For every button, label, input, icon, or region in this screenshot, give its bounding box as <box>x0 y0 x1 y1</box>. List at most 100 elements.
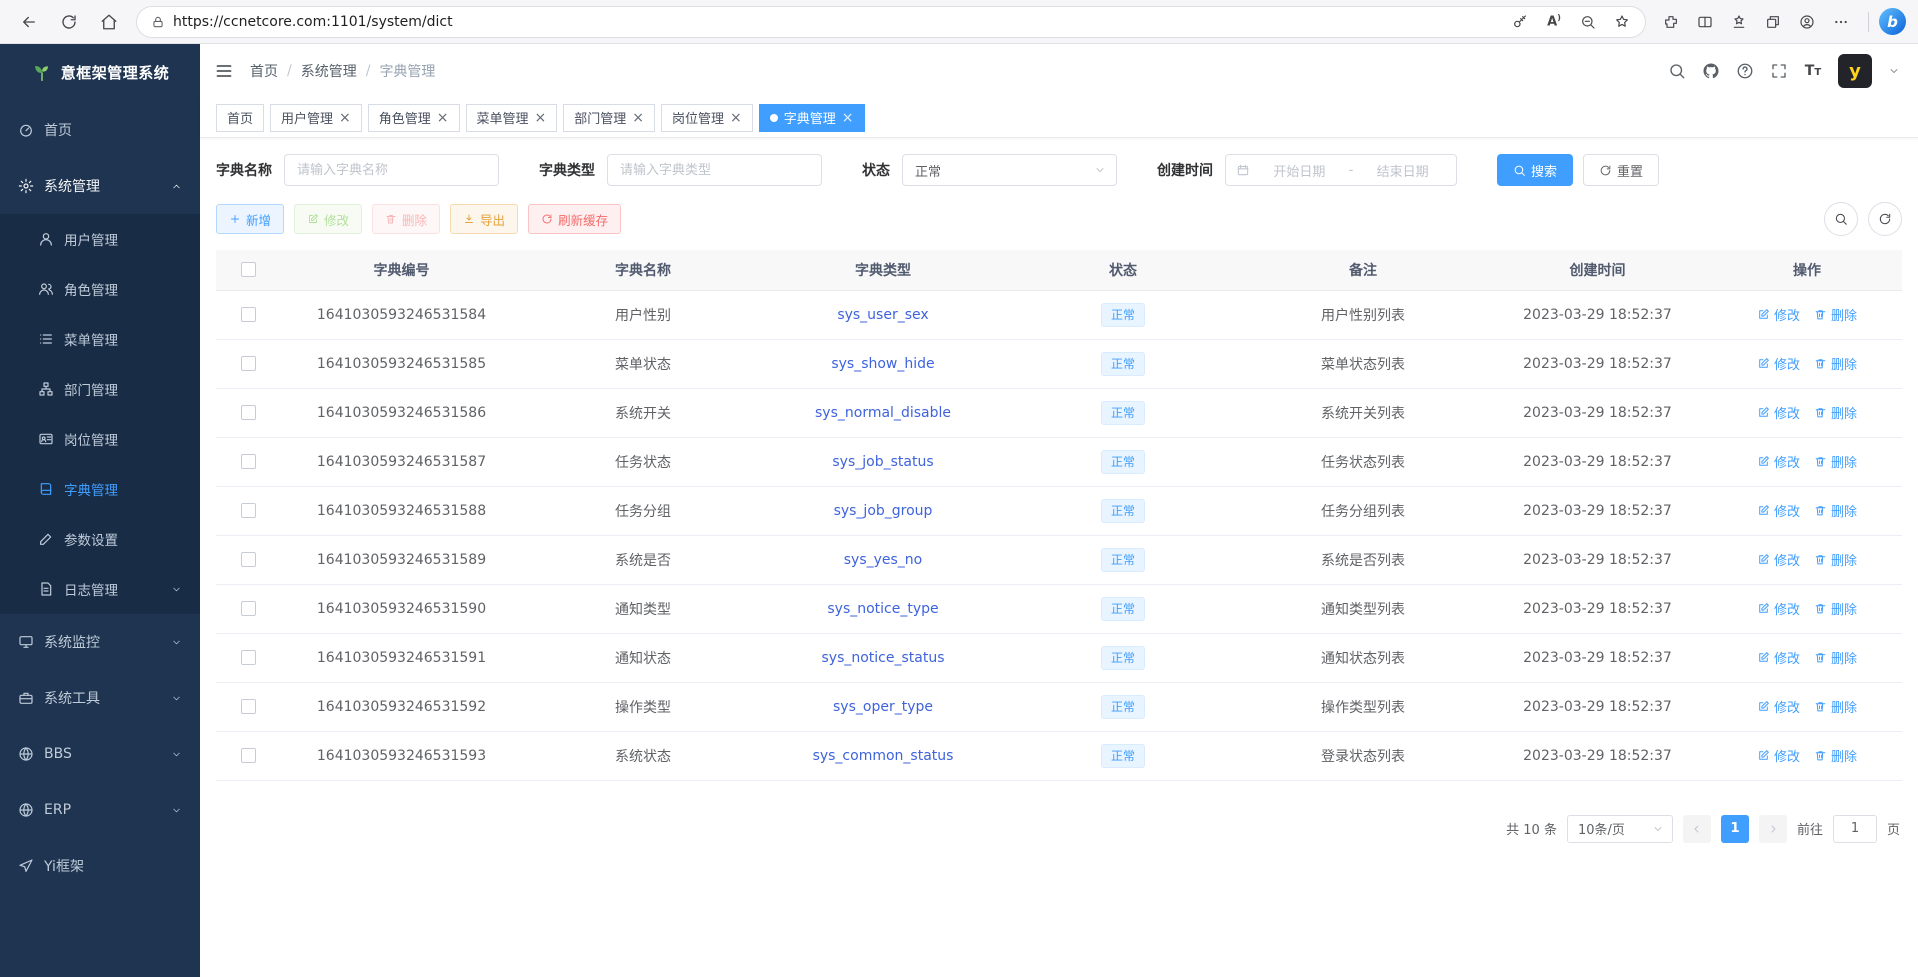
row-checkbox[interactable] <box>241 405 256 420</box>
search-button[interactable]: 搜索 <box>1497 154 1573 186</box>
next-page-button[interactable] <box>1759 815 1787 843</box>
avatar-caret-icon[interactable] <box>1888 65 1900 77</box>
tab-close-icon[interactable]: × <box>842 111 854 125</box>
dict-type-link[interactable]: sys_show_hide <box>831 356 934 372</box>
tab-role-management[interactable]: 角色管理× <box>368 104 460 132</box>
row-checkbox[interactable] <box>241 307 256 322</box>
tab-close-icon[interactable]: × <box>339 111 351 125</box>
tab-dept-management[interactable]: 部门管理× <box>563 104 655 132</box>
back-button[interactable] <box>10 4 48 40</box>
add-button[interactable]: 新增 <box>216 204 284 234</box>
row-checkbox[interactable] <box>241 601 256 616</box>
sidebar-item-yi-framework[interactable]: Yi框架 <box>0 838 200 894</box>
user-avatar[interactable]: y <box>1838 54 1872 88</box>
collections-button[interactable] <box>1756 4 1790 40</box>
row-checkbox[interactable] <box>241 552 256 567</box>
key-button[interactable] <box>1503 4 1537 40</box>
row-delete-button[interactable]: 删除 <box>1814 746 1857 765</box>
row-delete-button[interactable]: 删除 <box>1814 501 1857 520</box>
tab-close-icon[interactable]: × <box>437 111 449 125</box>
select-all-checkbox[interactable] <box>241 262 256 277</box>
sidebar-item-menu-management[interactable]: 菜单管理 <box>0 314 200 364</box>
sidebar-item-home[interactable]: 首页 <box>0 102 200 158</box>
sidebar-item-param-settings[interactable]: 参数设置 <box>0 514 200 564</box>
sidebar-item-system-tools[interactable]: 系统工具 <box>0 670 200 726</box>
fullscreen-button[interactable] <box>1770 62 1788 80</box>
reset-button[interactable]: 重置 <box>1583 154 1659 186</box>
breadcrumb-home[interactable]: 首页 <box>250 61 278 81</box>
row-edit-button[interactable]: 修改 <box>1757 648 1800 667</box>
extensions-button[interactable] <box>1654 4 1688 40</box>
read-aloud-button[interactable]: A) <box>1537 4 1571 40</box>
date-range-picker[interactable]: 开始日期 - 结束日期 <box>1225 154 1457 186</box>
dict-type-link[interactable]: sys_notice_status <box>821 650 944 666</box>
sidebar-item-dept-management[interactable]: 部门管理 <box>0 364 200 414</box>
question-button[interactable] <box>1736 62 1754 80</box>
row-edit-button[interactable]: 修改 <box>1757 501 1800 520</box>
tab-close-icon[interactable]: × <box>535 111 547 125</box>
tab-post-management[interactable]: 岗位管理× <box>661 104 753 132</box>
end-date-input[interactable]: 结束日期 <box>1359 161 1446 180</box>
row-delete-button[interactable]: 删除 <box>1814 697 1857 716</box>
edit-button[interactable]: 修改 <box>294 204 362 234</box>
row-delete-button[interactable]: 删除 <box>1814 550 1857 569</box>
tab-dict-management[interactable]: 字典管理× <box>759 104 865 132</box>
refresh-button[interactable] <box>50 4 88 40</box>
row-edit-button[interactable]: 修改 <box>1757 403 1800 422</box>
row-edit-button[interactable]: 修改 <box>1757 305 1800 324</box>
row-edit-button[interactable]: 修改 <box>1757 452 1800 471</box>
sidebar-item-erp[interactable]: ERP <box>0 782 200 838</box>
row-checkbox[interactable] <box>241 650 256 665</box>
tab-close-icon[interactable]: × <box>730 111 742 125</box>
dict-type-link[interactable]: sys_common_status <box>813 748 954 764</box>
row-checkbox[interactable] <box>241 699 256 714</box>
row-edit-button[interactable]: 修改 <box>1757 354 1800 373</box>
sidebar-item-role-management[interactable]: 角色管理 <box>0 264 200 314</box>
tab-home[interactable]: 首页 <box>216 104 264 132</box>
row-delete-button[interactable]: 删除 <box>1814 305 1857 324</box>
refresh-table-button[interactable] <box>1868 202 1902 236</box>
dict-type-link[interactable]: sys_notice_type <box>827 601 938 617</box>
tab-close-icon[interactable]: × <box>632 111 644 125</box>
tab-menu-management[interactable]: 菜单管理× <box>466 104 558 132</box>
sidebar-toggle-icon[interactable] <box>214 61 234 81</box>
row-checkbox[interactable] <box>241 503 256 518</box>
goto-page-input[interactable] <box>1833 815 1877 843</box>
row-checkbox[interactable] <box>241 748 256 763</box>
refresh-cache-button[interactable]: 刷新缓存 <box>528 204 621 234</box>
github-button[interactable] <box>1702 62 1720 80</box>
favorite-add-button[interactable] <box>1605 4 1639 40</box>
toggle-search-button[interactable] <box>1824 202 1858 236</box>
dict-type-link[interactable]: sys_job_status <box>832 454 933 470</box>
dict-type-link[interactable]: sys_oper_type <box>833 699 933 715</box>
row-edit-button[interactable]: 修改 <box>1757 697 1800 716</box>
row-edit-button[interactable]: 修改 <box>1757 746 1800 765</box>
zoom-button[interactable] <box>1571 4 1605 40</box>
breadcrumb-system[interactable]: 系统管理 <box>301 61 357 81</box>
dict-type-link[interactable]: sys_job_group <box>834 503 933 519</box>
export-button[interactable]: 导出 <box>450 204 518 234</box>
address-bar[interactable]: https://ccnetcore.com:1101/system/dict A… <box>136 6 1646 38</box>
sidebar-item-log-management[interactable]: 日志管理 <box>0 564 200 614</box>
row-checkbox[interactable] <box>241 454 256 469</box>
dict-type-link[interactable]: sys_normal_disable <box>815 405 951 421</box>
page-1-button[interactable]: 1 <box>1721 815 1749 843</box>
sidebar-item-user-management[interactable]: 用户管理 <box>0 214 200 264</box>
tab-user-management[interactable]: 用户管理× <box>270 104 362 132</box>
sidebar-item-post-management[interactable]: 岗位管理 <box>0 414 200 464</box>
row-edit-button[interactable]: 修改 <box>1757 550 1800 569</box>
sidebar-item-dict-management[interactable]: 字典管理 <box>0 464 200 514</box>
favorites-bar-button[interactable] <box>1722 4 1756 40</box>
row-delete-button[interactable]: 删除 <box>1814 354 1857 373</box>
page-size-select[interactable]: 10条/页 <box>1567 815 1673 843</box>
font-size-button[interactable]: TT <box>1804 62 1822 80</box>
split-screen-button[interactable] <box>1688 4 1722 40</box>
dict-type-input[interactable] <box>607 154 822 186</box>
dict-type-link[interactable]: sys_user_sex <box>837 307 928 323</box>
row-edit-button[interactable]: 修改 <box>1757 599 1800 618</box>
status-select[interactable]: 正常 <box>902 154 1117 186</box>
more-button[interactable] <box>1824 4 1858 40</box>
copilot-icon[interactable]: b <box>1879 8 1906 35</box>
search-button[interactable] <box>1668 62 1686 80</box>
row-checkbox[interactable] <box>241 356 256 371</box>
